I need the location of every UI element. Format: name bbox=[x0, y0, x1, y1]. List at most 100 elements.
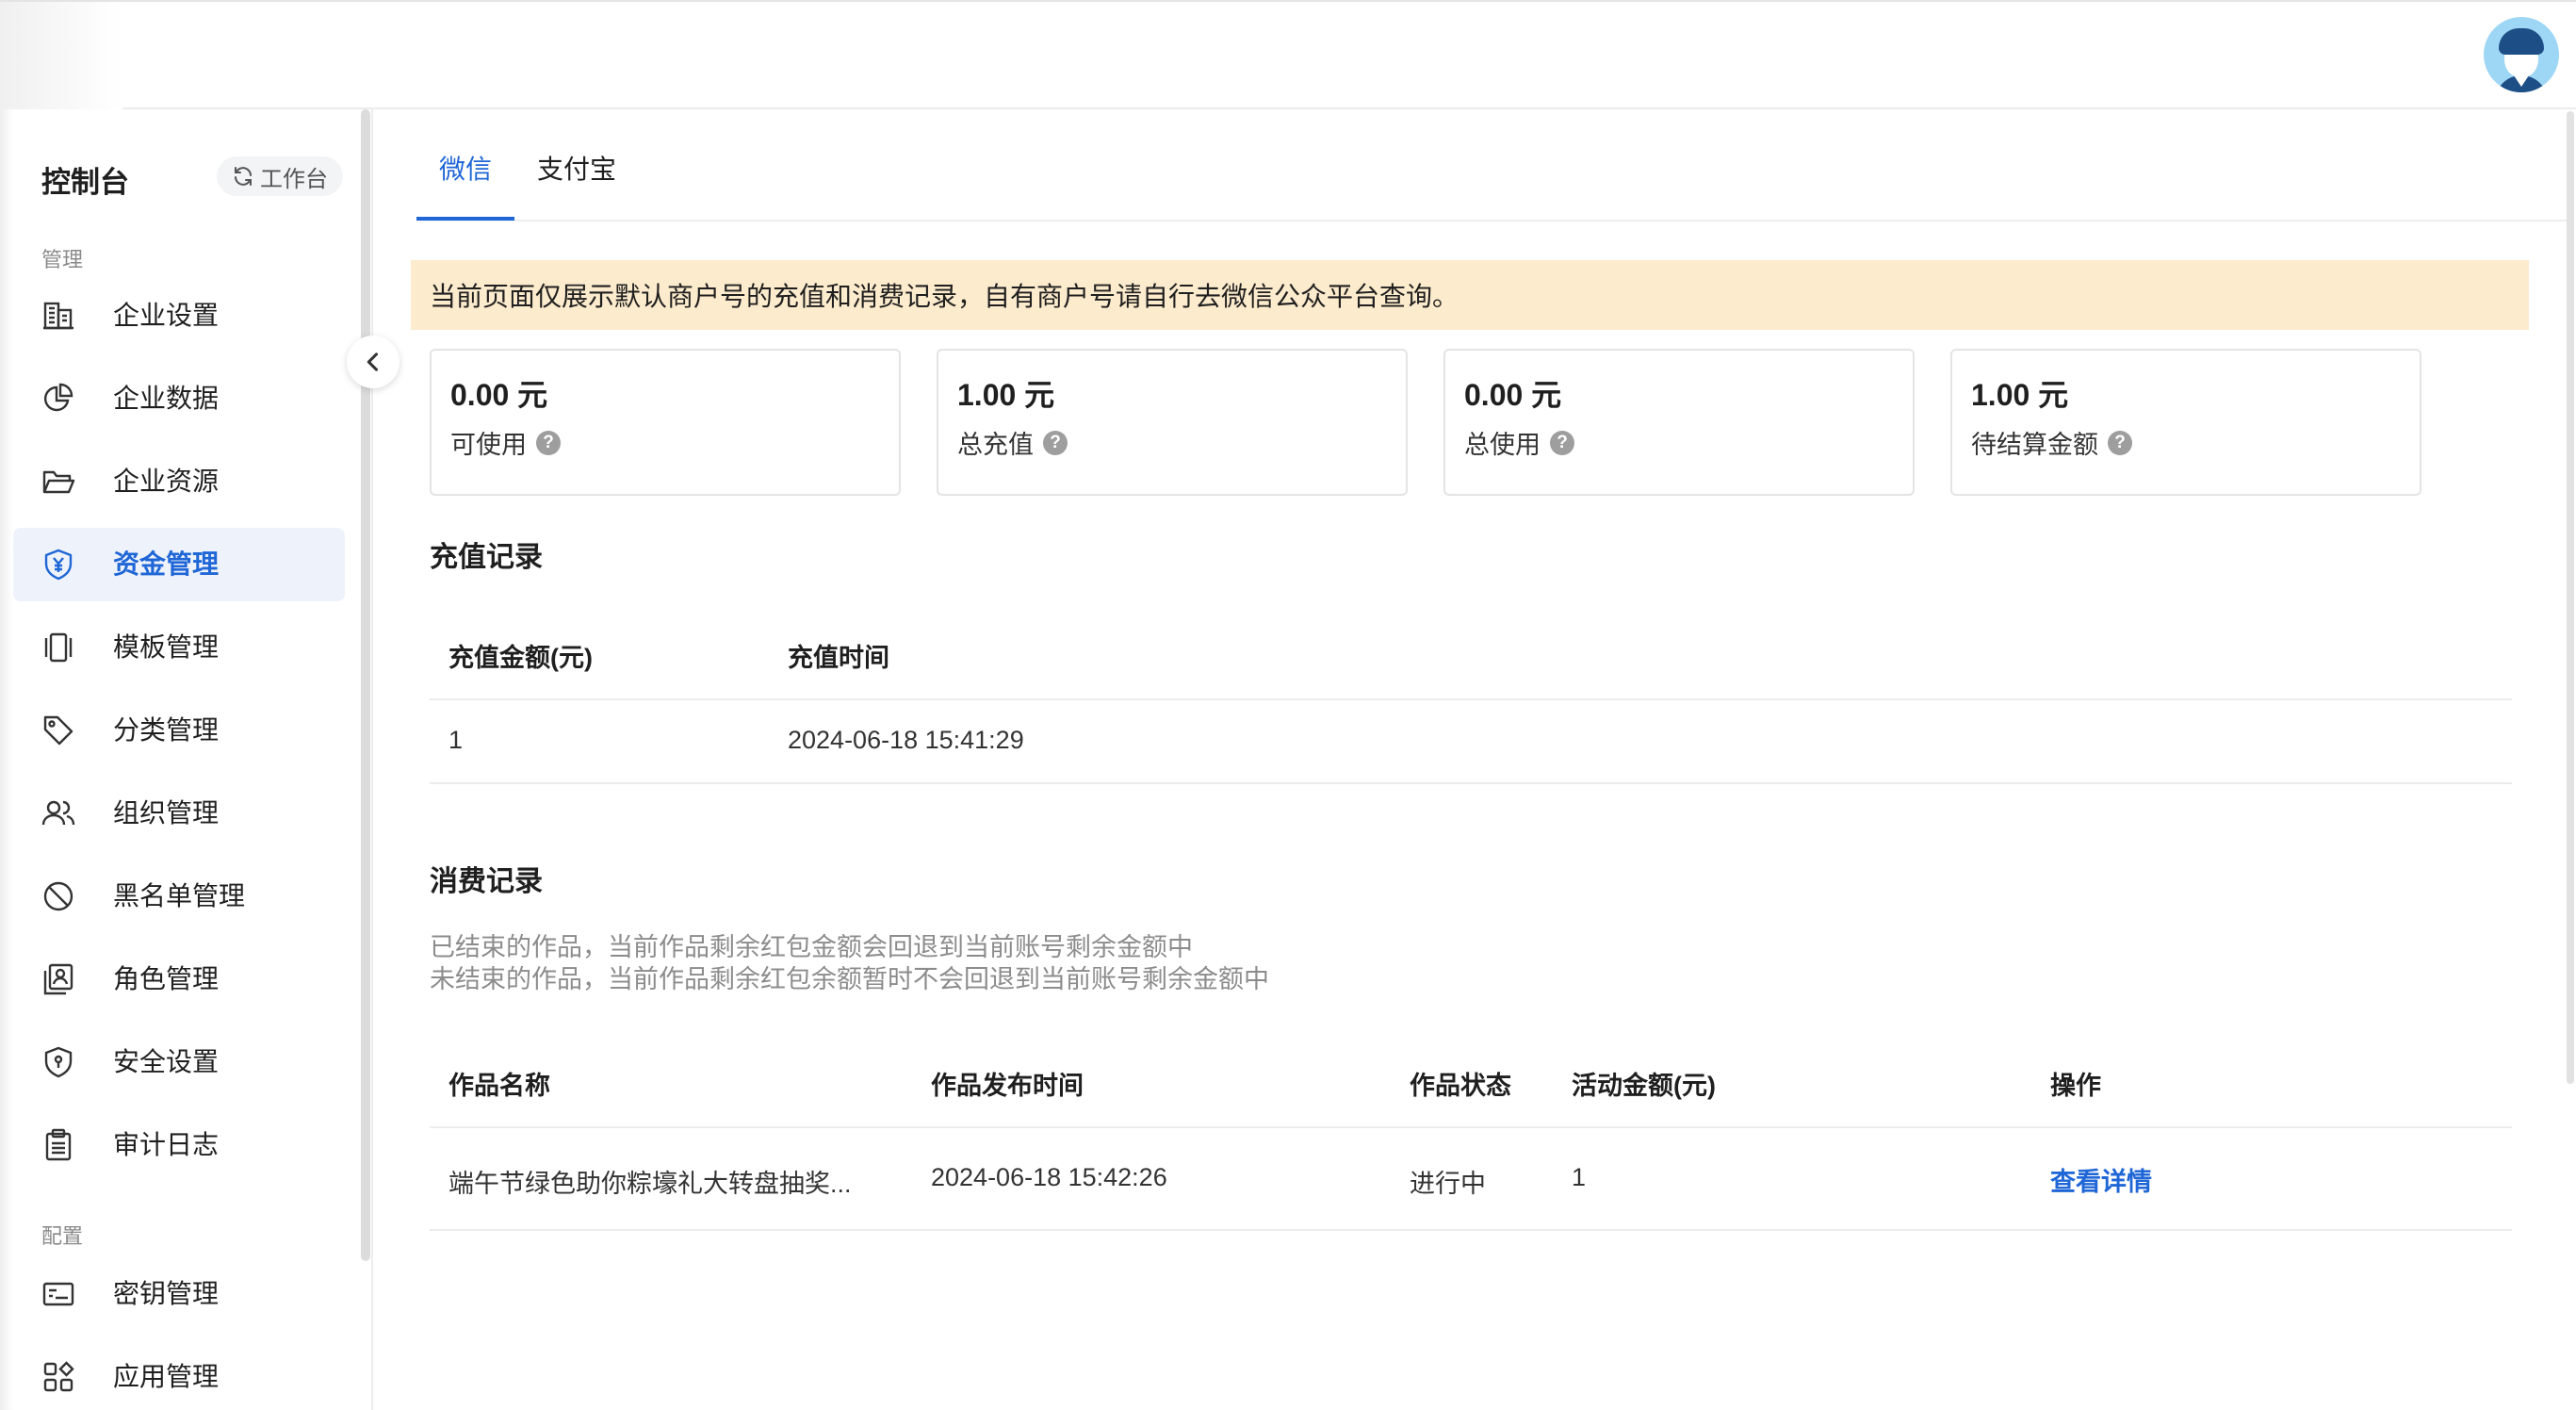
sidebar-scrollbar[interactable] bbox=[361, 109, 370, 1261]
consume-section-title: 消费记录 bbox=[430, 866, 543, 897]
sidebar-item-label: 分类管理 bbox=[113, 715, 220, 745]
consume-cell-status: 进行中 bbox=[1410, 1170, 1486, 1198]
id-badge-icon bbox=[41, 962, 75, 996]
sidebar-item-label: 企业设置 bbox=[113, 301, 220, 330]
sidebar-item-audit-log[interactable]: 审计日志 bbox=[13, 1108, 345, 1182]
header-shadow bbox=[0, 2, 122, 111]
consume-col-action: 操作 bbox=[2050, 1072, 2101, 1100]
consume-desc-line: 未结束的作品，当前作品剩余红包余额暂时不会回退到当前账号剩余金额中 bbox=[430, 965, 1269, 993]
stat-card-total-used: 0.00 元 总使用? bbox=[1443, 349, 1915, 496]
sidebar-item-label: 模板管理 bbox=[113, 632, 220, 662]
users-icon bbox=[41, 796, 75, 830]
sidebar-item-label: 黑名单管理 bbox=[113, 881, 246, 910]
stat-amount: 1.00 元 bbox=[957, 378, 1055, 412]
tab-active-indicator bbox=[416, 217, 514, 221]
stat-card-available: 0.00 元 可使用? bbox=[430, 349, 901, 496]
stat-label-row: 总使用? bbox=[1464, 424, 1574, 461]
sidebar-item-enterprise-data[interactable]: 企业数据 bbox=[13, 362, 345, 435]
recharge-cell-amount: 1 bbox=[448, 726, 464, 754]
recharge-cell-time: 2024-06-18 15:41:29 bbox=[788, 726, 1024, 754]
sidebar-item-label: 应用管理 bbox=[113, 1362, 220, 1391]
stat-label-row: 可使用? bbox=[450, 424, 561, 461]
table-divider bbox=[430, 1229, 2512, 1231]
help-icon[interactable]: ? bbox=[1550, 430, 1574, 455]
tabs-divider bbox=[416, 220, 2574, 221]
sidebar-item-label: 角色管理 bbox=[113, 964, 220, 993]
stat-label: 待结算金额 bbox=[1971, 431, 2098, 459]
sidebar-item-fund-management[interactable]: 资金管理 bbox=[13, 528, 345, 601]
group-label-manage: 管理 bbox=[41, 248, 84, 271]
shield-yen-icon bbox=[41, 548, 75, 582]
sidebar-item-label: 企业数据 bbox=[113, 384, 220, 413]
sidebar-item-blacklist-management[interactable]: 黑名单管理 bbox=[13, 860, 345, 933]
page-scrollbar[interactable] bbox=[2567, 111, 2574, 1084]
ban-icon bbox=[41, 879, 75, 913]
sidebar-item-label: 资金管理 bbox=[113, 549, 220, 579]
sidebar-item-label: 组织管理 bbox=[113, 798, 220, 828]
consume-description: 已结束的作品，当前作品剩余红包金额会回退到当前账号剩余金额中 未结束的作品，当前… bbox=[430, 931, 1269, 995]
tag-icon bbox=[41, 713, 75, 747]
stat-label-row: 总充值? bbox=[957, 424, 1068, 461]
clipboard-icon bbox=[41, 1128, 75, 1162]
folder-open-icon bbox=[41, 465, 75, 499]
sidebar-item-label: 安全设置 bbox=[113, 1047, 220, 1076]
main-content: 微信 支付宝 当前页面仅展示默认商户号的充值和消费记录，自有商户号请自行去微信公… bbox=[373, 109, 2576, 1410]
consume-col-status: 作品状态 bbox=[1410, 1072, 1511, 1100]
stat-label: 可使用 bbox=[450, 431, 527, 459]
sidebar-item-enterprise-resources[interactable]: 企业资源 bbox=[13, 445, 345, 518]
top-header bbox=[0, 0, 2576, 111]
stat-card-total-recharge: 1.00 元 总充值? bbox=[937, 349, 1408, 496]
consume-col-publish-time: 作品发布时间 bbox=[931, 1072, 1084, 1100]
consume-col-amount: 活动金额(元) bbox=[1572, 1072, 1716, 1100]
apps-grid-icon bbox=[41, 1360, 75, 1394]
shield-lock-icon bbox=[41, 1045, 75, 1079]
consume-col-name: 作品名称 bbox=[448, 1072, 550, 1100]
stat-amount: 1.00 元 bbox=[1971, 378, 2069, 412]
sidebar-item-template-management[interactable]: 模板管理 bbox=[13, 611, 345, 684]
sidebar-item-role-management[interactable]: 角色管理 bbox=[13, 943, 345, 1016]
consume-cell-amount: 1 bbox=[1572, 1163, 1587, 1191]
group-label-config: 配置 bbox=[41, 1224, 84, 1248]
sidebar-item-enterprise-settings[interactable]: 企业设置 bbox=[13, 279, 345, 352]
sidebar-item-label: 密钥管理 bbox=[113, 1279, 220, 1308]
sidebar-item-label: 企业资源 bbox=[113, 467, 220, 496]
help-icon[interactable]: ? bbox=[1043, 430, 1068, 455]
workbench-label: 工作台 bbox=[260, 166, 328, 192]
table-divider bbox=[430, 782, 2512, 784]
console-title: 控制台 bbox=[41, 166, 129, 199]
table-divider bbox=[430, 1126, 2512, 1128]
sidebar-item-category-management[interactable]: 分类管理 bbox=[13, 694, 345, 767]
stat-amount: 0.00 元 bbox=[1464, 378, 1562, 412]
template-icon bbox=[41, 631, 75, 664]
sidebar: 控制台 工作台 管理 企业设置 企业数据 企业资源 资金管理 模板管理 分类管理… bbox=[0, 109, 373, 1410]
sidebar-item-security-settings[interactable]: 安全设置 bbox=[13, 1025, 345, 1099]
tab-alipay[interactable]: 支付宝 bbox=[537, 149, 616, 187]
recharge-section-title: 充值记录 bbox=[430, 542, 543, 573]
building-icon bbox=[41, 299, 75, 333]
stat-card-pending-settlement: 1.00 元 待结算金额? bbox=[1950, 349, 2421, 496]
recharge-col-amount: 充值金额(元) bbox=[448, 644, 593, 672]
stat-label: 总充值 bbox=[957, 431, 1034, 459]
help-icon[interactable]: ? bbox=[536, 430, 561, 455]
sidebar-item-key-management[interactable]: 密钥管理 bbox=[13, 1257, 345, 1331]
refresh-icon bbox=[235, 167, 252, 186]
view-details-link[interactable]: 查看详情 bbox=[2050, 1161, 2152, 1198]
stat-amount: 0.00 元 bbox=[450, 378, 548, 412]
sidebar-item-label: 审计日志 bbox=[113, 1130, 220, 1159]
notice-banner: 当前页面仅展示默认商户号的充值和消费记录，自有商户号请自行去微信公众平台查询。 bbox=[411, 260, 2529, 330]
sidebar-shadow bbox=[0, 109, 13, 1410]
consume-cell-time: 2024-06-18 15:42:26 bbox=[931, 1163, 1167, 1191]
stat-label: 总使用 bbox=[1464, 431, 1541, 459]
pie-chart-icon bbox=[41, 382, 75, 416]
help-icon[interactable]: ? bbox=[2108, 430, 2132, 455]
consume-cell-name: 端午节绿色助你粽壕礼大转盘抽奖... bbox=[448, 1170, 852, 1198]
workbench-button[interactable]: 工作台 bbox=[217, 156, 343, 196]
key-card-icon bbox=[41, 1277, 75, 1311]
tab-wechat[interactable]: 微信 bbox=[439, 149, 492, 187]
stat-label-row: 待结算金额? bbox=[1971, 424, 2132, 461]
sidebar-item-organization-management[interactable]: 组织管理 bbox=[13, 777, 345, 850]
table-divider bbox=[430, 698, 2512, 700]
consume-desc-line: 已结束的作品，当前作品剩余红包金额会回退到当前账号剩余金额中 bbox=[430, 933, 1193, 961]
sidebar-item-app-management[interactable]: 应用管理 bbox=[13, 1340, 345, 1410]
user-avatar[interactable] bbox=[2484, 17, 2559, 92]
